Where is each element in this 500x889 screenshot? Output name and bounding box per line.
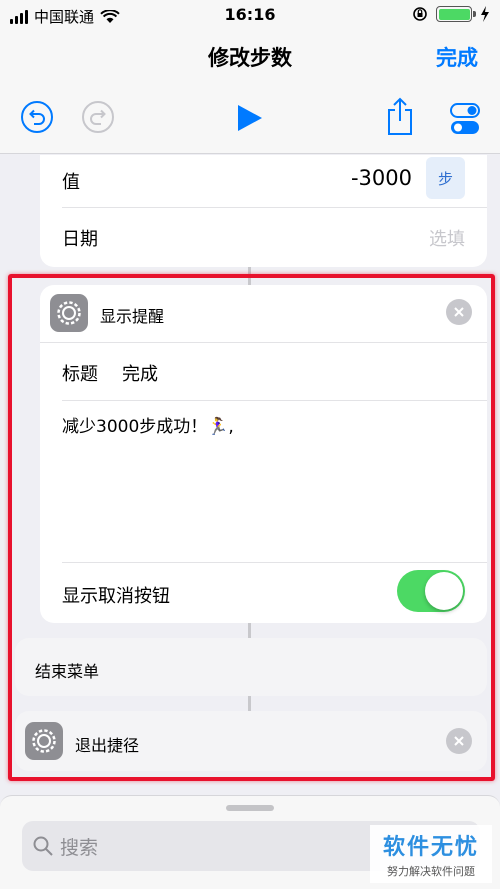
date-field[interactable]: 选填 [429,225,465,251]
close-icon [454,307,464,317]
cancel-toggle-label: 显示取消按钮 [62,586,170,607]
title-field-label: 标题 [62,364,98,385]
watermark-subtitle: 努力解决软件问题 [387,865,475,878]
alert-message-field[interactable]: 减少3000步成功！🏃‍♀️, [62,412,462,437]
remove-action-button[interactable] [446,299,472,325]
divider [62,562,487,563]
status-bar: 中国联通 16:16 [0,0,500,30]
value-field[interactable]: -3000 [351,166,412,190]
value-label: 值 [62,172,80,193]
connector-line [248,620,251,640]
exit-shortcut-label: 退出捷径 [75,736,140,755]
settings-gear-icon [25,722,63,760]
done-button[interactable]: 完成 [436,42,478,72]
nav-bar: 修改步数 完成 [0,30,500,154]
connector-line [248,695,251,711]
watermark-title: 软件无忧 [382,835,479,860]
end-menu-label: 结束菜单 [35,662,100,681]
action-title: 显示提醒 [100,307,165,326]
rotation-lock-icon [413,7,427,21]
share-icon[interactable] [386,96,414,136]
end-menu-card[interactable]: 结束菜单 [15,638,487,696]
toggle-knob [425,572,463,610]
health-sample-card: 值 -3000 步 日期 选填 [40,155,487,267]
unit-badge[interactable]: 步 [426,157,465,199]
undo-icon[interactable] [20,100,54,134]
search-input[interactable]: 搜索 [60,833,98,860]
alert-title-row[interactable]: 标题 完成 [40,342,487,400]
settings-gear-icon [50,294,88,332]
shortcut-editor: 值 -3000 步 日期 选填 显示提醒 标题 完成 减少 [0,155,500,795]
sheet-grabber[interactable] [226,805,274,811]
date-row[interactable]: 日期 选填 [40,207,487,267]
divider [62,400,487,401]
show-alert-action-card: 显示提醒 标题 完成 减少3000步成功！🏃‍♀️, 显示取消按钮 [40,285,487,623]
show-cancel-toggle[interactable] [397,570,465,612]
close-icon [454,736,464,746]
toggles-icon[interactable] [450,103,480,135]
charging-icon [481,6,489,22]
battery-icon [436,6,476,22]
watermark-logo: 软件无忧 努力解决软件问题 [370,825,492,883]
play-icon[interactable] [236,103,264,133]
value-row[interactable]: 值 -3000 步 [40,155,487,201]
remove-action-button[interactable] [446,728,472,754]
exit-shortcut-card: 退出捷径 [15,711,487,771]
date-label: 日期 [62,229,98,250]
page-title: 修改步数 [208,46,292,70]
search-icon [33,836,53,856]
redo-icon[interactable] [81,100,115,134]
title-field-value[interactable]: 完成 [122,360,158,386]
